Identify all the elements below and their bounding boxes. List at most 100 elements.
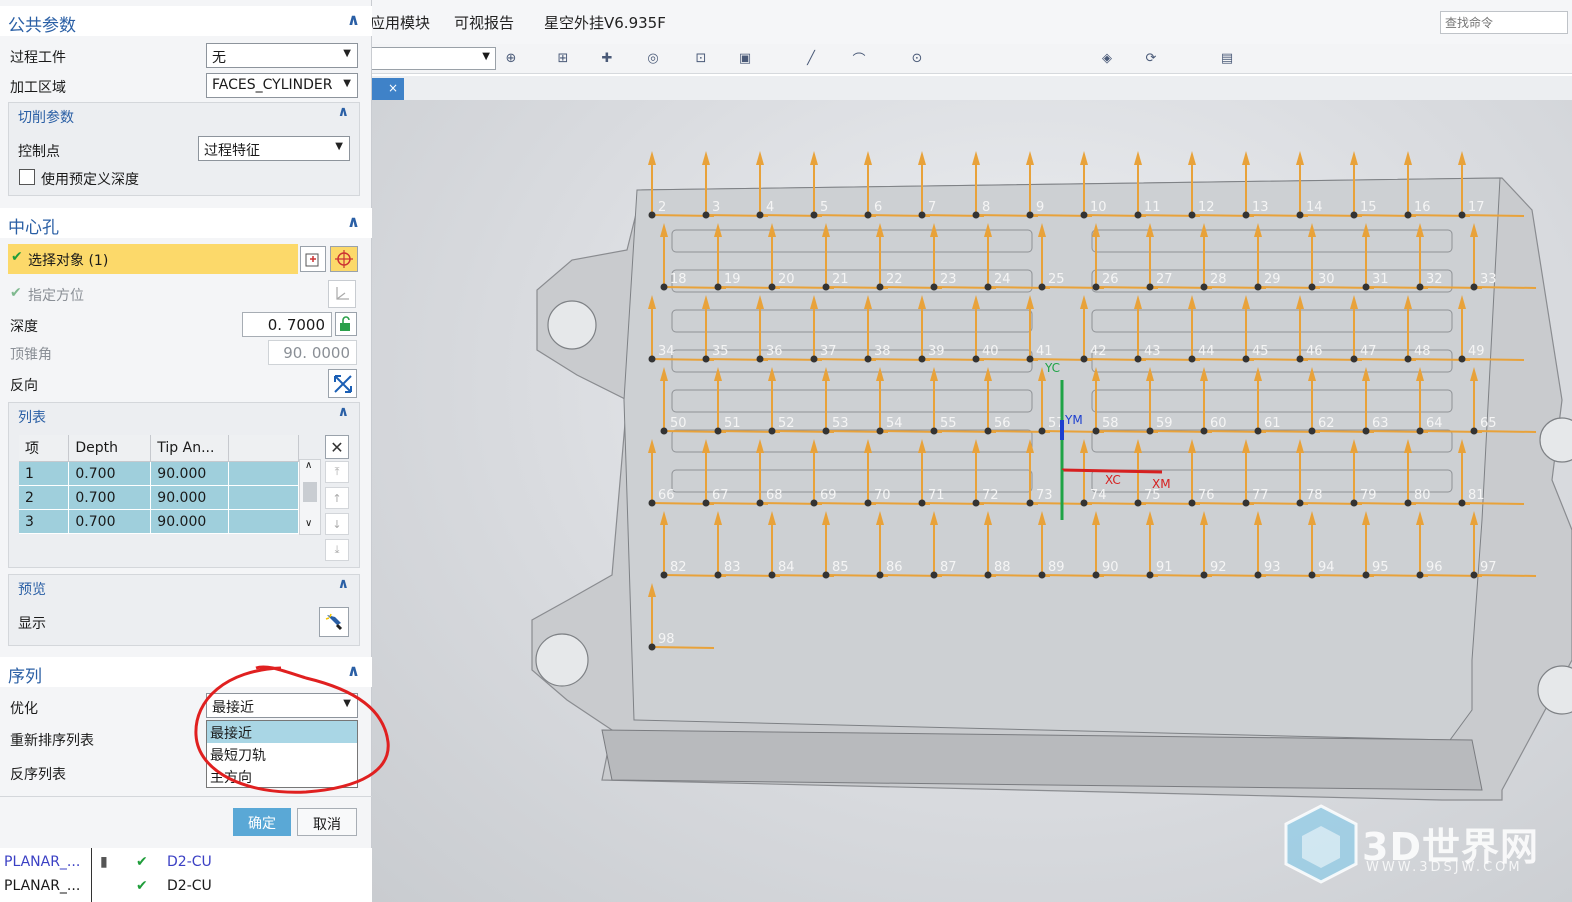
operation-name[interactable]: PLANAR_... <box>4 878 80 894</box>
list-title: 列表 <box>18 410 46 426</box>
cancel-button[interactable]: 取消 <box>297 808 357 836</box>
hole-number-label: 89 <box>1048 560 1065 575</box>
graphics-viewport[interactable]: 2 3 4 5 6 7 8 9 10 11 12 13 14 15 16 17 18 19 20 21 22 23 24 25… <box>372 100 1572 902</box>
hole-number-label: 34 <box>658 344 675 359</box>
collapse-icon[interactable]: ∧ <box>338 576 349 592</box>
section-common-params[interactable]: 公共参数 ∧ <box>0 6 372 36</box>
scroll-thumb[interactable] <box>303 482 317 502</box>
cut-params-panel: 切削参数 ∧ 控制点 过程特征 ▼ 使用预定义深度 <box>8 102 360 196</box>
hole-number-label: 37 <box>820 344 837 359</box>
find-command-input[interactable] <box>1440 11 1568 34</box>
collapse-icon[interactable]: ∧ <box>338 104 349 120</box>
layer-icon[interactable]: ▤ <box>1218 49 1236 67</box>
hole-number-label: 81 <box>1468 488 1485 503</box>
hole-number-label: 83 <box>724 560 741 575</box>
select-object-row[interactable]: ✔ 选择对象 (1) <box>8 244 298 274</box>
add-geometry-button[interactable] <box>300 246 326 272</box>
move-down-button[interactable]: ↓ <box>325 513 349 535</box>
table-cell: 90.000 <box>150 485 230 510</box>
hole-number-label: 87 <box>940 560 957 575</box>
rotate-icon[interactable]: ⟳ <box>1142 49 1160 67</box>
column-header[interactable]: Depth <box>68 435 152 462</box>
lock-button[interactable] <box>335 312 357 336</box>
reorder-list-label: 重新排序列表 <box>10 733 94 749</box>
table-row[interactable]: 2 0.700 90.000 <box>19 485 299 510</box>
menu-plugin[interactable]: 星空外挂V6.935F <box>544 12 666 33</box>
collapse-icon[interactable]: ∧ <box>347 212 360 231</box>
snap-icon[interactable]: ⊕ <box>502 49 520 67</box>
chevron-up-icon[interactable]: ∧ <box>305 460 312 471</box>
crosshair-icon[interactable]: ⊙ <box>908 49 926 67</box>
point-dialog-button[interactable] <box>330 246 358 272</box>
hole-number-label: 79 <box>1360 488 1377 503</box>
hole-number-label: 42 <box>1090 344 1107 359</box>
axis-label-ym: YM <box>1064 413 1083 427</box>
hole-number-label: 18 <box>670 272 687 287</box>
display-preview-button[interactable] <box>319 607 349 637</box>
table-cell <box>228 509 299 534</box>
box-select-icon[interactable]: ⊡ <box>692 49 710 67</box>
tool-name[interactable]: D2-CU <box>167 878 212 894</box>
process-part-select[interactable]: 无 ▼ <box>206 43 358 68</box>
machining-area-select[interactable]: FACES_CYLINDER ▼ <box>206 73 358 98</box>
depth-input[interactable]: 0. 7000 <box>242 312 332 337</box>
close-icon: ✕ <box>330 437 344 457</box>
hole-number-label: 86 <box>886 560 903 575</box>
reverse-direction-button[interactable] <box>328 369 357 398</box>
move-up-button[interactable]: ↑ <box>325 487 349 509</box>
hole-number-label: 58 <box>1102 416 1119 431</box>
table-cell: 0.700 <box>68 509 152 534</box>
tab-model[interactable]: × <box>370 78 404 100</box>
hole-number-label: 47 <box>1360 344 1377 359</box>
menu-visual-report[interactable]: 可视报告 <box>454 12 514 33</box>
hole-number-label: 13 <box>1252 200 1269 215</box>
hole-number-label: 78 <box>1306 488 1323 503</box>
move-bottom-button[interactable]: ⤓ <box>325 539 349 561</box>
control-point-value: 过程特征 <box>204 143 260 159</box>
menu-application[interactable]: 应用模块 <box>370 12 430 33</box>
move-up-icon: ↑ <box>332 491 342 505</box>
collapse-icon[interactable]: ∧ <box>338 404 349 420</box>
ok-button[interactable]: 确定 <box>233 808 291 836</box>
table-cell <box>228 485 299 510</box>
chevron-down-icon[interactable]: ∨ <box>305 518 312 529</box>
move-top-button[interactable]: ⤒ <box>325 461 349 483</box>
orientation-button[interactable] <box>328 280 356 308</box>
select-icon[interactable]: ⊞ <box>554 49 572 67</box>
hole-number-label: 70 <box>874 488 891 503</box>
hole-number-label: 8 <box>982 200 990 215</box>
column-header[interactable]: 项 <box>19 435 70 462</box>
tool-name[interactable]: D2-CU <box>167 854 212 870</box>
point-icon[interactable]: ✚ <box>598 49 616 67</box>
table-row[interactable]: 1 0.700 90.000 <box>19 461 299 486</box>
arc-icon[interactable]: ⌒ <box>850 49 868 68</box>
preview-panel: 预览 ∧ 显示 <box>8 574 360 646</box>
move-bottom-icon: ⤓ <box>334 543 340 556</box>
chevron-down-icon: ▼ <box>482 51 490 62</box>
view-icon[interactable]: ◈ <box>1098 49 1116 67</box>
list-scrollbar[interactable]: ∧ ∨ <box>299 459 321 535</box>
check-icon: ✔ <box>136 878 148 894</box>
hole-number-label: 84 <box>778 560 795 575</box>
cube-icon[interactable]: ▣ <box>736 49 754 67</box>
column-header[interactable]: Tip An... <box>150 435 230 462</box>
collapse-icon[interactable]: ∧ <box>347 10 360 29</box>
control-point-select[interactable]: 过程特征 ▼ <box>198 136 350 161</box>
hole-number-label: 10 <box>1090 200 1107 215</box>
selection-filter-select[interactable]: ▼ <box>368 47 496 70</box>
delete-row-button[interactable]: ✕ <box>325 435 349 459</box>
check-icon: ✔ <box>11 249 23 265</box>
predefined-depth-checkbox[interactable] <box>19 169 35 185</box>
column-header[interactable] <box>228 435 299 462</box>
table-row[interactable]: 3 0.700 90.000 <box>19 509 299 534</box>
hole-number-label: 22 <box>886 272 903 287</box>
section-center-hole[interactable]: 中心孔 ∧ <box>0 208 372 238</box>
hole-number-label: 88 <box>994 560 1011 575</box>
tab-close-icon[interactable]: × <box>388 81 398 95</box>
axis-label-xm: XM <box>1152 477 1171 491</box>
circle-icon[interactable]: ◎ <box>644 49 662 67</box>
operation-name[interactable]: PLANAR_... <box>4 854 80 870</box>
section-title: 序列 <box>8 667 42 687</box>
hole-number-label: 68 <box>766 488 783 503</box>
line-icon[interactable]: ╱ <box>802 49 820 67</box>
